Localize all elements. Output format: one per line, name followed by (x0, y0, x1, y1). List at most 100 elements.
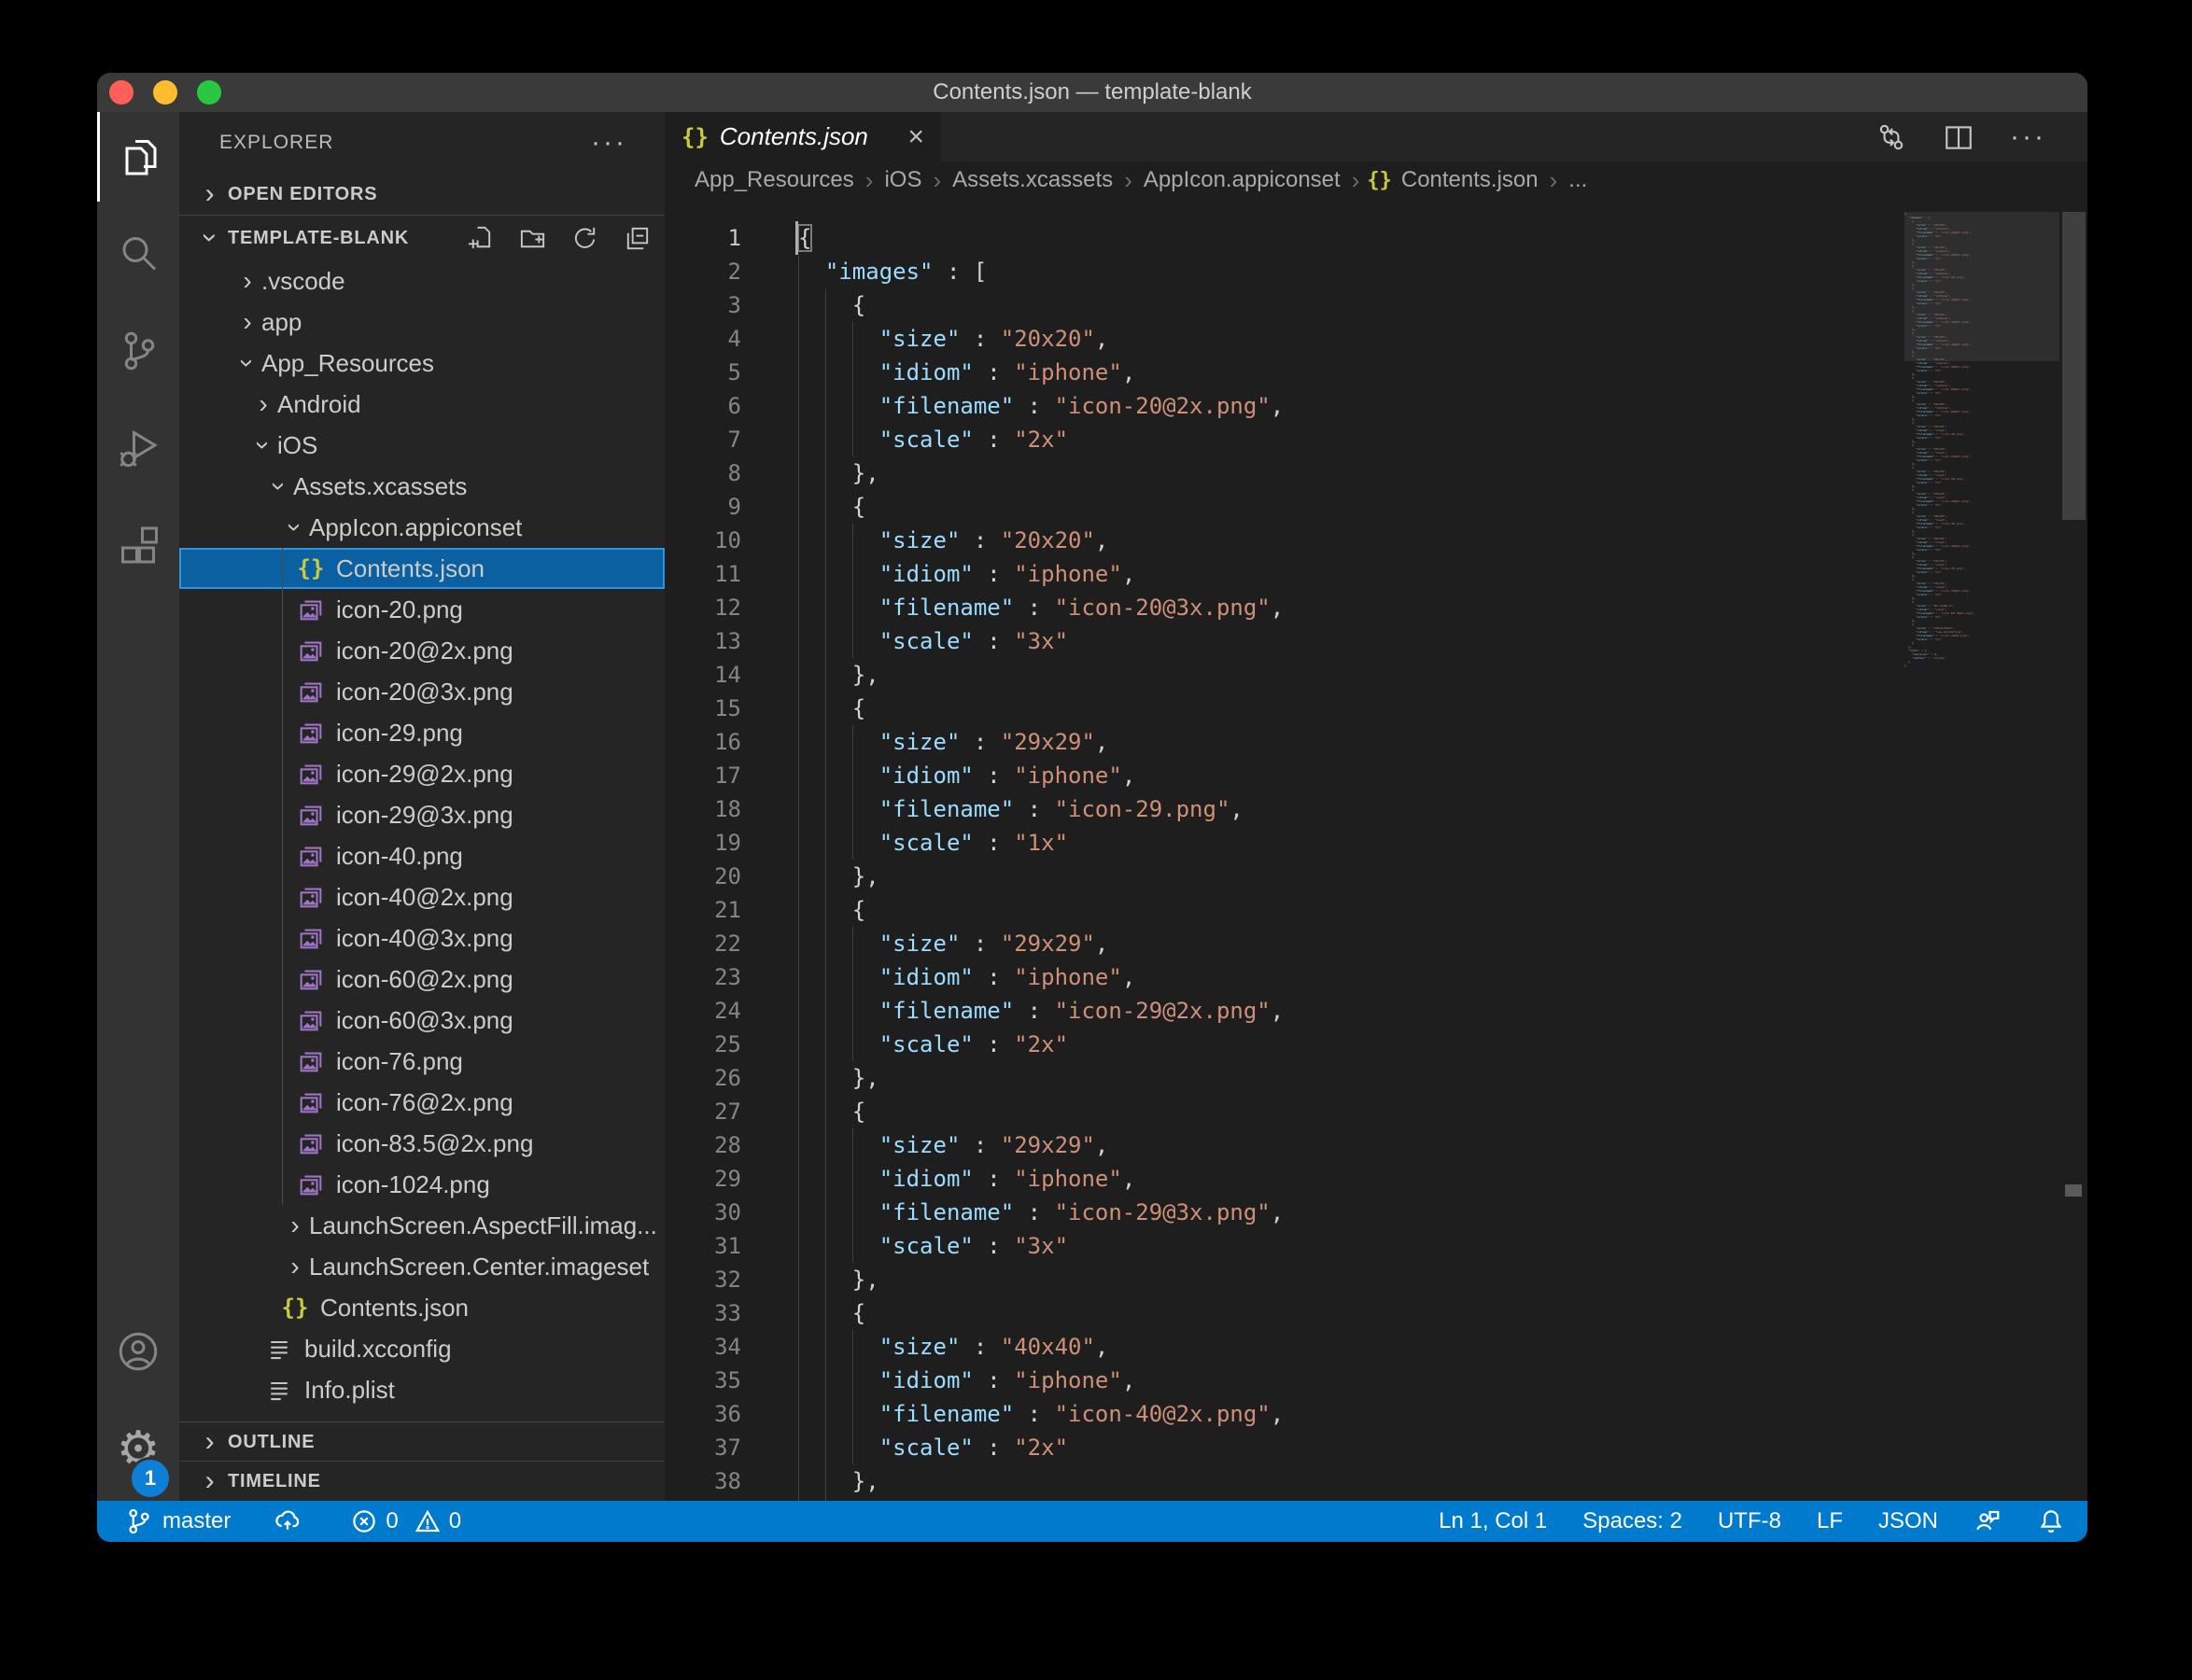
sidebar-more-icon[interactable]: ··· (591, 127, 627, 159)
code-line[interactable]: 31 "scale" : "3x" (665, 1229, 1897, 1263)
tree-item-icon-20-3x.png[interactable]: icon-20@3x.png (179, 671, 665, 712)
tree-item-icon-76-2x.png[interactable]: icon-76@2x.png (179, 1082, 665, 1123)
code-line[interactable]: 7 "scale" : "2x" (665, 423, 1897, 456)
git-branch-item[interactable]: master (125, 1507, 231, 1535)
breadcrumb-item[interactable]: Assets.xcassets (952, 167, 1113, 193)
code-line[interactable]: 14 }, (665, 658, 1897, 692)
status-item-lf[interactable]: LF (1817, 1508, 1843, 1534)
code-line[interactable]: 11 "idiom" : "iphone", (665, 557, 1897, 591)
sync-changes-button[interactable] (274, 1507, 302, 1535)
code-line[interactable]: 37 "scale" : "2x" (665, 1431, 1897, 1464)
code-line[interactable]: 3 { (665, 288, 1897, 322)
minimap-slider[interactable] (1904, 212, 2059, 361)
outline-section[interactable]: › OUTLINE (179, 1421, 665, 1462)
tree-item-icon-40.png[interactable]: icon-40.png (179, 835, 665, 876)
tree-item-info.plist[interactable]: Info.plist (179, 1369, 665, 1410)
status-item-json[interactable]: JSON (1878, 1508, 1938, 1534)
search-icon[interactable] (97, 209, 179, 299)
code-line[interactable]: 19 "scale" : "1x" (665, 826, 1897, 860)
code-line[interactable]: 21 { (665, 893, 1897, 927)
code-line[interactable]: 26 }, (665, 1061, 1897, 1095)
new-folder-icon[interactable] (518, 224, 547, 253)
tree-item-ios[interactable]: ›iOS (179, 425, 665, 466)
code-line[interactable]: 18 "filename" : "icon-29.png", (665, 792, 1897, 826)
status-item-spaces-2[interactable]: Spaces: 2 (1582, 1508, 1682, 1534)
maximize-window-button[interactable] (197, 80, 221, 105)
breadcrumb-item[interactable]: Contents.json (1401, 167, 1539, 193)
code-line[interactable]: 23 "idiom" : "iphone", (665, 960, 1897, 994)
code-line[interactable]: 33 { (665, 1296, 1897, 1330)
code-line[interactable]: 24 "filename" : "icon-29@2x.png", (665, 994, 1897, 1028)
code-line[interactable]: 36 "filename" : "icon-40@2x.png", (665, 1397, 1897, 1431)
close-tab-icon[interactable]: × (907, 121, 924, 153)
extensions-icon[interactable] (97, 500, 179, 590)
open-changes-icon[interactable] (1876, 121, 1907, 153)
tree-item-contents.json[interactable]: {}Contents.json (179, 1287, 665, 1328)
code-line[interactable]: 5 "idiom" : "iphone", (665, 356, 1897, 389)
code-line[interactable]: 30 "filename" : "icon-29@3x.png", (665, 1196, 1897, 1229)
status-item-utf-8[interactable]: UTF-8 (1718, 1508, 1781, 1534)
breadcrumb-item[interactable]: App_Resources (695, 167, 854, 193)
code-line[interactable]: 22 "size" : "29x29", (665, 927, 1897, 960)
tree-item-launchscreen.center.imageset[interactable]: ›LaunchScreen.Center.imageset (179, 1246, 665, 1287)
code-line[interactable]: 38 }, (665, 1464, 1897, 1498)
run-debug-icon[interactable] (97, 403, 179, 493)
tree-item-icon-29-3x.png[interactable]: icon-29@3x.png (179, 794, 665, 835)
minimize-window-button[interactable] (153, 80, 177, 105)
problems-item[interactable]: 0 0 (350, 1507, 461, 1535)
code-line[interactable]: 27 { (665, 1095, 1897, 1128)
code-line[interactable]: 10 "size" : "20x20", (665, 524, 1897, 557)
open-editors-section[interactable]: › OPEN EDITORS (179, 174, 665, 216)
source-control-icon[interactable] (97, 306, 179, 396)
tree-item-icon-1024.png[interactable]: icon-1024.png (179, 1164, 665, 1205)
code-line[interactable]: 28 "size" : "29x29", (665, 1128, 1897, 1162)
code-line[interactable]: 16 "size" : "29x29", (665, 725, 1897, 759)
tree-item-appicon.appiconset[interactable]: ›AppIcon.appiconset (179, 507, 665, 548)
breadcrumb-item[interactable]: ... (1568, 167, 1587, 193)
tree-item-app-resources[interactable]: ›App_Resources (179, 343, 665, 384)
tree-item-launchscreen.aspectfill.imag...[interactable]: ›LaunchScreen.AspectFill.imag... (179, 1205, 665, 1246)
code-line[interactable]: 29 "idiom" : "iphone", (665, 1162, 1897, 1196)
close-window-button[interactable] (109, 80, 133, 105)
vertical-scrollbar[interactable] (2062, 212, 2086, 520)
code-line[interactable]: 32 }, (665, 1263, 1897, 1296)
collapse-all-icon[interactable] (623, 224, 652, 253)
code-line[interactable]: 4 "size" : "20x20", (665, 322, 1897, 356)
split-editor-icon[interactable] (1943, 121, 1974, 153)
tree-item-icon-83.5-2x.png[interactable]: icon-83.5@2x.png (179, 1123, 665, 1164)
tree-item-android[interactable]: ›Android (179, 384, 665, 425)
tree-item-icon-40-2x.png[interactable]: icon-40@2x.png (179, 876, 665, 917)
code-line[interactable]: 6 "filename" : "icon-20@2x.png", (665, 389, 1897, 423)
code-line[interactable]: 35 "idiom" : "iphone", (665, 1364, 1897, 1397)
tree-item-icon-20-2x.png[interactable]: icon-20@2x.png (179, 630, 665, 671)
minimap[interactable]: { "images" : [ { "size" : "20x20", "idio… (1904, 212, 2059, 1481)
code-editor[interactable]: 1{2 "images" : [3 {4 "size" : "20x20",5 … (665, 199, 2087, 1501)
tree-item-icon-60-3x.png[interactable]: icon-60@3x.png (179, 1000, 665, 1041)
code-line[interactable]: 17 "idiom" : "iphone", (665, 759, 1897, 792)
tree-item-app[interactable]: ›app (179, 301, 665, 343)
code-line[interactable]: 9 { (665, 490, 1897, 524)
refresh-icon[interactable] (570, 224, 599, 253)
code-line[interactable]: 1{ (665, 221, 1897, 255)
tree-item-assets.xcassets[interactable]: ›Assets.xcassets (179, 466, 665, 507)
breadcrumb-item[interactable]: AppIcon.appiconset (1144, 167, 1341, 193)
tree-item-.vscode[interactable]: ›.vscode (179, 260, 665, 301)
code-line[interactable]: 20 }, (665, 860, 1897, 893)
settings-gear-icon[interactable]: ⚙ 1 (97, 1405, 179, 1494)
tree-item-icon-40-3x.png[interactable]: icon-40@3x.png (179, 917, 665, 959)
tree-item-icon-60-2x.png[interactable]: icon-60@2x.png (179, 959, 665, 1000)
feedback-icon[interactable] (1974, 1507, 2002, 1535)
editor-more-icon[interactable]: ··· (2010, 121, 2046, 153)
code-line[interactable]: 13 "scale" : "3x" (665, 624, 1897, 658)
breadcrumb-item[interactable]: iOS (884, 167, 921, 193)
tree-item-icon-20.png[interactable]: icon-20.png (179, 589, 665, 630)
code-line[interactable]: 2 "images" : [ (665, 255, 1897, 288)
explorer-icon[interactable] (97, 112, 182, 202)
tab-contents-json[interactable]: {} Contents.json × (665, 112, 941, 161)
new-file-icon[interactable] (466, 224, 495, 253)
code-line[interactable]: 8 }, (665, 456, 1897, 490)
code-line[interactable]: 15 { (665, 692, 1897, 725)
tree-item-icon-29.png[interactable]: icon-29.png (179, 712, 665, 753)
timeline-section[interactable]: › TIMELINE (179, 1461, 665, 1501)
status-item-ln-1-col-1[interactable]: Ln 1, Col 1 (1439, 1508, 1547, 1534)
